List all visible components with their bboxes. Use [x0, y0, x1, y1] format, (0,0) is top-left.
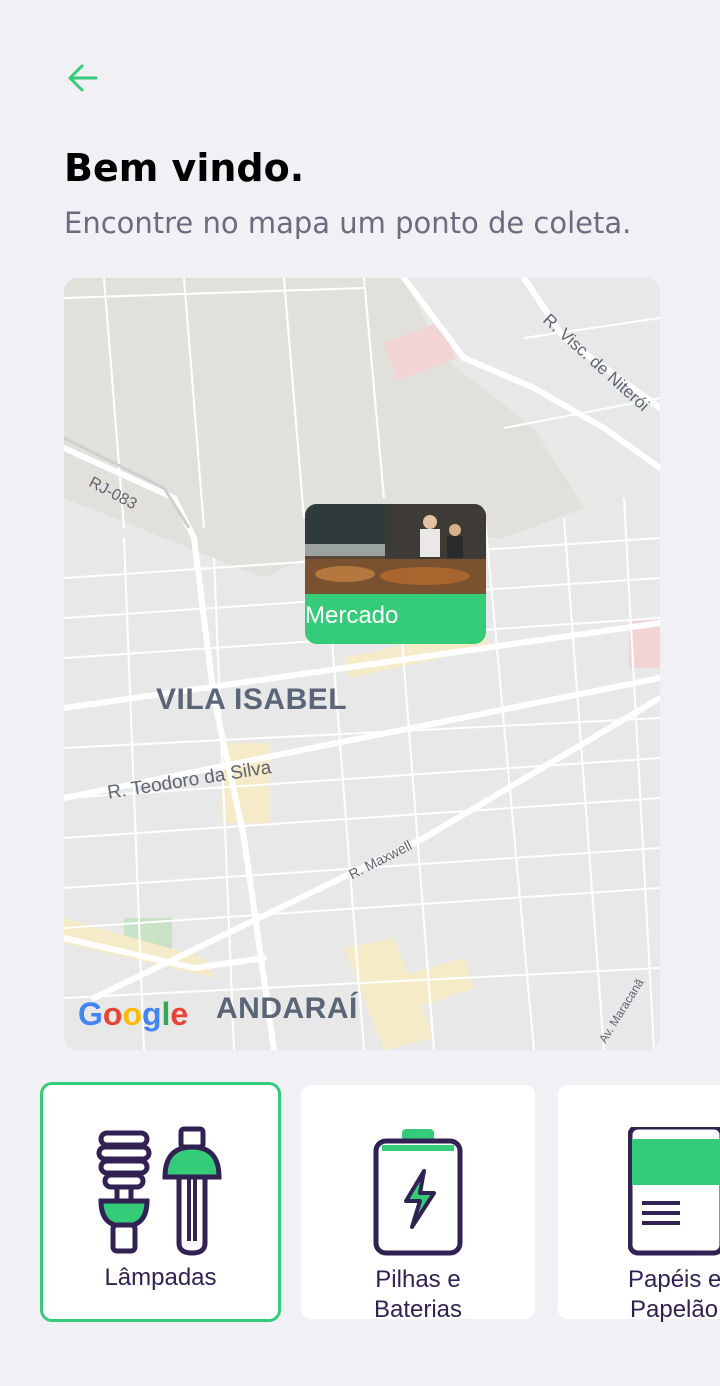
- page-subtitle: Encontre no mapa um ponto de coleta.: [64, 206, 632, 240]
- item-label-lampadas: Lâmpadas: [104, 1264, 217, 1291]
- map-view[interactable]: VILA ISABEL ANDARAÍ RJ-083 R. Teodoro da…: [64, 278, 660, 1050]
- google-logo: Google: [78, 996, 189, 1032]
- item-papeis-papelao[interactable]: Papéis e Papelão: [558, 1085, 720, 1323]
- map-marker-mercado[interactable]: Mercado: [305, 504, 486, 644]
- marker-photo: [305, 504, 486, 594]
- arrow-left-icon: [68, 64, 98, 92]
- map-base: [64, 278, 660, 1050]
- battery-icon: [373, 1129, 463, 1256]
- lamp-icon: [96, 1126, 222, 1256]
- item-label-pilhas: Pilhas e Baterias: [373, 1266, 463, 1323]
- page-title: Bem vindo.: [64, 146, 305, 190]
- marker-label: Mercado: [305, 602, 399, 629]
- map-label-andarai: ANDARAÍ: [216, 992, 358, 1025]
- item-pilhas-baterias[interactable]: Pilhas e Baterias: [301, 1085, 535, 1323]
- item-label-papeis: Papéis e Papelão: [628, 1266, 720, 1323]
- item-lampadas[interactable]: Lâmpadas: [40, 1082, 281, 1322]
- back-button[interactable]: [60, 58, 108, 98]
- paper-icon: [628, 1127, 720, 1256]
- map-label-vila-isabel: VILA ISABEL: [156, 683, 348, 716]
